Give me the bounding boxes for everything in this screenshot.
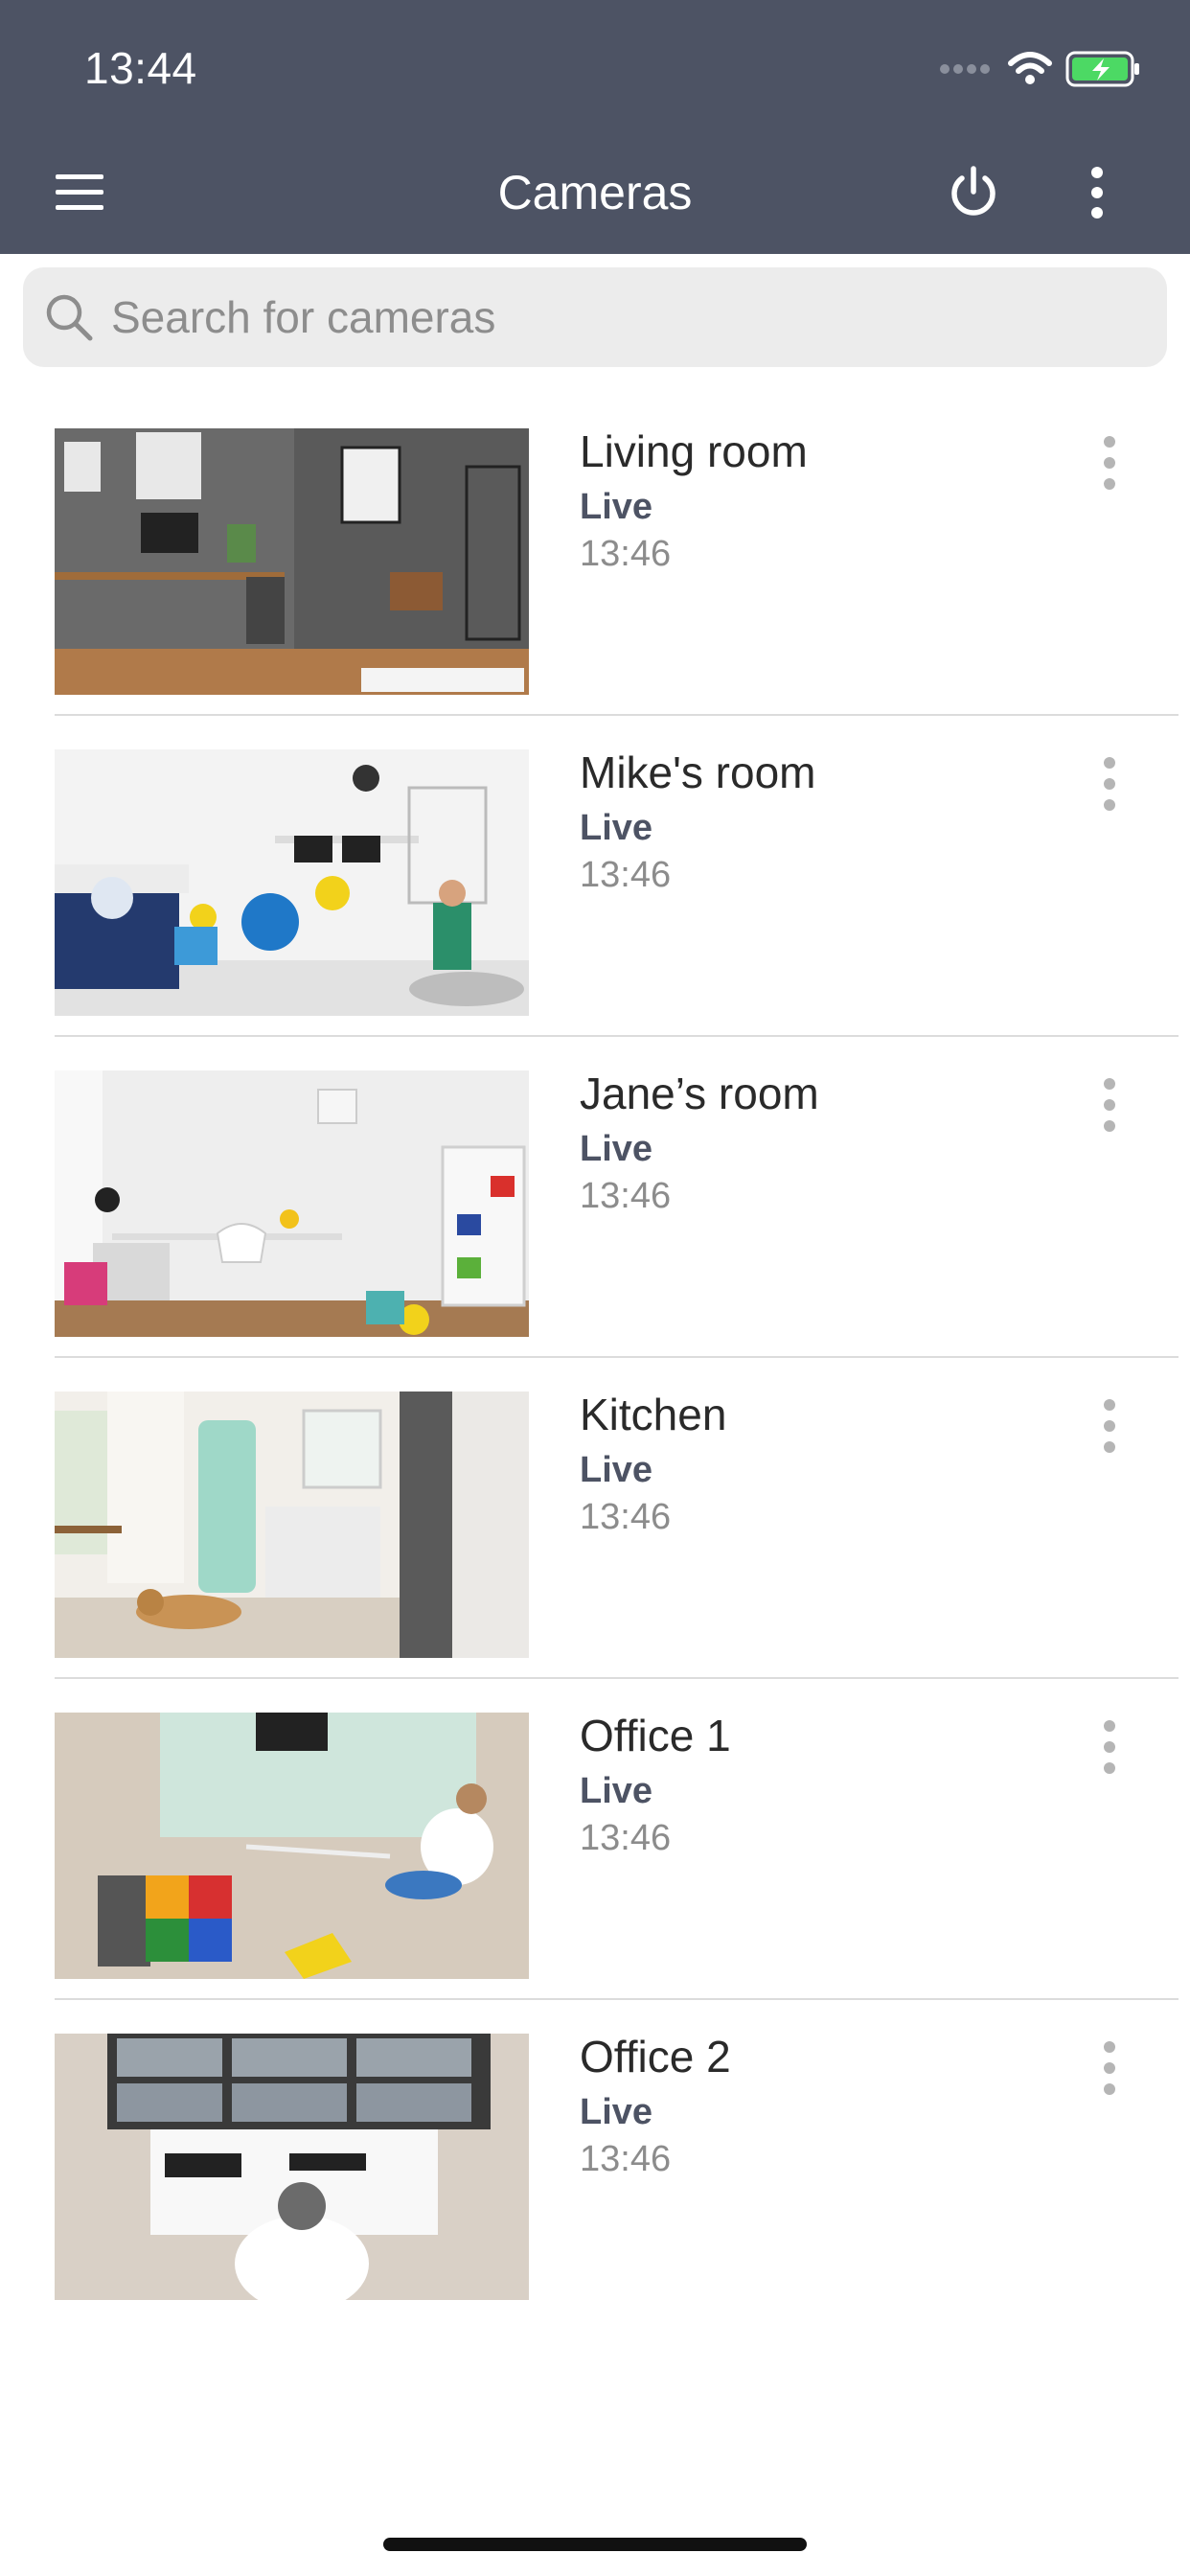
status-time: 13:44 (84, 43, 197, 93)
camera-time: 13:46 (580, 1176, 672, 1216)
camera-name: Office 2 (580, 2032, 731, 2082)
camera-time: 13:46 (580, 1497, 672, 1537)
home-indicator[interactable] (383, 2538, 807, 2551)
camera-status: Live (580, 2092, 653, 2132)
camera-status: Live (580, 1129, 653, 1169)
page-title: Cameras (497, 166, 693, 219)
more-vertical-icon[interactable] (1097, 1075, 1122, 1135)
search-bar (0, 254, 1190, 379)
camera-thumbnail[interactable] (55, 2034, 529, 2300)
camera-row-office-1[interactable]: Office 1 Live 13:46 (0, 1679, 1190, 2000)
camera-thumbnail[interactable] (55, 749, 529, 1016)
camera-status: Live (580, 487, 653, 527)
camera-name: Living room (580, 426, 808, 476)
camera-row-mikes-room[interactable]: Mike's room Live 13:46 (0, 716, 1190, 1037)
camera-status: Live (580, 1450, 653, 1490)
camera-time: 13:46 (580, 534, 672, 574)
power-icon[interactable] (944, 163, 1003, 222)
battery-charging-icon (1065, 50, 1142, 93)
camera-name: Kitchen (580, 1390, 727, 1439)
camera-row-living-room[interactable]: Living room Live 13:46 (0, 395, 1190, 716)
camera-status: Live (580, 1771, 653, 1811)
more-vertical-icon[interactable] (1097, 754, 1122, 814)
camera-thumbnail[interactable] (55, 1713, 529, 1979)
wifi-icon (1008, 51, 1052, 91)
camera-name: Mike's room (580, 748, 816, 797)
nav-bar: Cameras (0, 144, 1190, 240)
camera-list: Living room Live 13:46 Mike's room Live … (0, 395, 1190, 2321)
camera-status: Live (580, 808, 653, 848)
more-vertical-icon[interactable] (1097, 1396, 1122, 1456)
cellular-signal-icon (939, 62, 995, 80)
camera-time: 13:46 (580, 855, 672, 895)
camera-thumbnail[interactable] (55, 1070, 529, 1337)
camera-time: 13:46 (580, 1818, 672, 1858)
more-vertical-icon[interactable] (1097, 433, 1122, 493)
camera-name: Office 1 (580, 1711, 731, 1760)
more-vertical-icon[interactable] (1097, 1717, 1122, 1777)
camera-row-kitchen[interactable]: Kitchen Live 13:46 (0, 1358, 1190, 1679)
search-input[interactable] (111, 267, 1146, 367)
more-vertical-icon[interactable] (1083, 165, 1111, 220)
camera-thumbnail[interactable] (55, 428, 529, 695)
status-indicators (939, 50, 1142, 92)
app-header: 13:44 Cameras (0, 0, 1190, 254)
camera-thumbnail[interactable] (55, 1392, 529, 1658)
camera-row-office-2[interactable]: Office 2 Live 13:46 (0, 2000, 1190, 2321)
camera-name: Jane’s room (580, 1069, 819, 1118)
more-vertical-icon[interactable] (1097, 2038, 1122, 2098)
search-field[interactable] (23, 267, 1167, 367)
camera-time: 13:46 (580, 2139, 672, 2179)
search-icon (44, 292, 94, 342)
camera-row-janes-room[interactable]: Jane’s room Live 13:46 (0, 1037, 1190, 1358)
